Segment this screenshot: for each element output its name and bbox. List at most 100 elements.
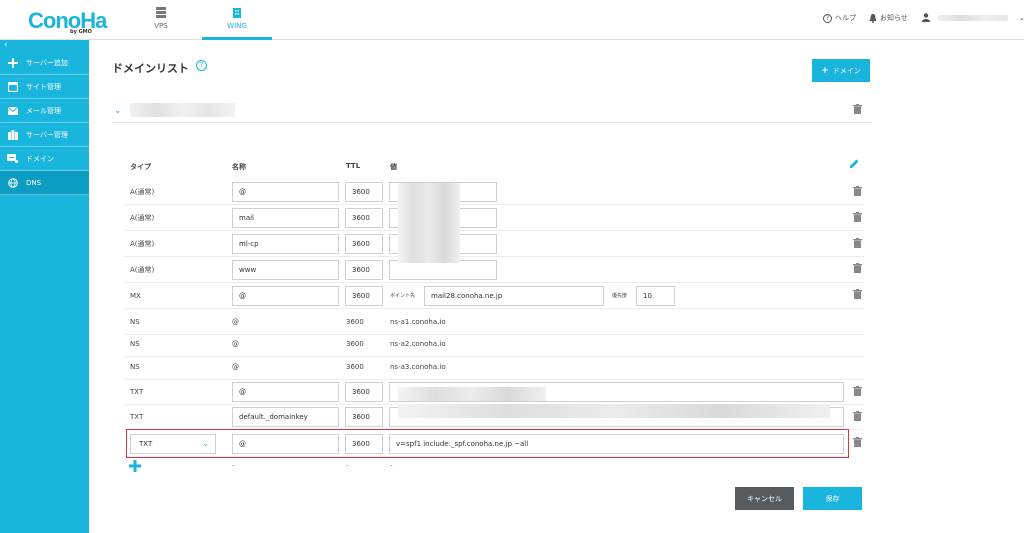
sidebar-item-label: ドメイン bbox=[26, 154, 54, 163]
record-type: MX bbox=[130, 292, 141, 300]
trash-icon[interactable] bbox=[853, 437, 862, 447]
sidebar-item-label: サーバー追加 bbox=[26, 58, 68, 67]
mx-point-input[interactable]: mail28.conoha.ne.jp bbox=[424, 286, 604, 306]
trash-icon[interactable] bbox=[853, 186, 862, 196]
add-record-plus-icon[interactable] bbox=[129, 460, 141, 472]
trash-icon[interactable] bbox=[853, 289, 862, 299]
record-ttl: 3600 bbox=[346, 363, 364, 371]
server-stack-icon bbox=[156, 7, 166, 18]
notice-label: お知らせ bbox=[880, 14, 908, 22]
domain-name-redacted bbox=[130, 103, 235, 117]
record-type: A(通常) bbox=[130, 188, 155, 196]
chevron-down-icon[interactable]: ⌄ bbox=[114, 106, 122, 116]
edit-pencil-icon[interactable] bbox=[849, 158, 860, 169]
bell-icon bbox=[869, 13, 877, 23]
trash-icon[interactable] bbox=[853, 238, 862, 248]
new-name-placeholder: - bbox=[232, 462, 235, 470]
tab-vps[interactable]: VPS bbox=[126, 0, 196, 40]
top-header: ConoHa by GMO VPS WING ? ヘルプ お知らせ ⌄ bbox=[0, 0, 1024, 40]
dkim-value-redacted bbox=[398, 404, 830, 418]
logo-subtitle: by GMO bbox=[70, 29, 92, 35]
record-name-input[interactable]: www bbox=[232, 260, 339, 280]
record-ttl-input[interactable]: 3600 bbox=[345, 286, 383, 306]
column-header-ttl: TTL bbox=[346, 162, 361, 170]
mx-point-label: ポイント先 bbox=[390, 293, 416, 299]
trash-icon[interactable] bbox=[853, 104, 862, 114]
column-header-name: 名称 bbox=[232, 163, 246, 171]
mx-priority-input[interactable]: 10 bbox=[636, 286, 675, 306]
sidebar-item-dns[interactable]: DNS bbox=[0, 171, 89, 195]
table-row: NS @ 3600 ns-a3.conoha.io bbox=[124, 354, 864, 380]
sidebar-item-label: サイト管理 bbox=[26, 82, 61, 91]
sidebar-item-label: DNS bbox=[26, 178, 42, 187]
tab-wing-label: WING bbox=[227, 22, 247, 30]
record-ttl-input[interactable]: 3600 bbox=[345, 182, 383, 202]
new-value-placeholder: - bbox=[390, 462, 393, 470]
column-header-type: タイプ bbox=[130, 163, 151, 171]
save-button[interactable]: 保存 bbox=[803, 487, 862, 510]
mx-priority-label: 優先度 bbox=[612, 293, 628, 299]
highlight-outline bbox=[126, 429, 849, 458]
user-name-redacted bbox=[938, 14, 1008, 21]
page-title: ドメインリスト bbox=[112, 62, 189, 75]
question-circle-icon: ? bbox=[823, 13, 832, 23]
new-ttl-placeholder: - bbox=[346, 462, 349, 470]
sidebar-item-server[interactable]: サーバー管理 bbox=[0, 123, 89, 147]
window-icon bbox=[7, 81, 18, 92]
add-domain-button[interactable]: + ドメイン bbox=[812, 59, 870, 82]
table-row: A(通常) mail 3600 bbox=[124, 205, 864, 231]
table-row: MX @ 3600 ポイント先 mail28.conoha.ne.jp 優先度 … bbox=[124, 283, 864, 309]
tab-wing[interactable]: WING bbox=[202, 0, 272, 40]
record-ttl-input[interactable]: 3600 bbox=[345, 208, 383, 228]
record-name: @ bbox=[232, 363, 239, 371]
cancel-button[interactable]: キャンセル bbox=[735, 487, 794, 510]
trash-icon[interactable] bbox=[853, 411, 862, 421]
sidebar-item-mail[interactable]: メール管理 bbox=[0, 99, 89, 123]
table-row: A(通常) ml-cp 3600 bbox=[124, 231, 864, 257]
building-icon bbox=[233, 8, 241, 18]
sidebar-item-site[interactable]: サイト管理 bbox=[0, 75, 89, 99]
notice-link[interactable]: お知らせ bbox=[869, 13, 908, 23]
domain-row[interactable]: ⌄ bbox=[112, 101, 872, 123]
trash-icon[interactable] bbox=[853, 386, 862, 396]
table-row: A(通常) www 3600 bbox=[124, 257, 864, 283]
record-ttl-input[interactable]: 3600 bbox=[345, 260, 383, 280]
record-type: A(通常) bbox=[130, 266, 155, 274]
record-name-input[interactable]: @ bbox=[232, 382, 339, 402]
server-icon bbox=[7, 129, 18, 140]
record-ttl-input[interactable]: 3600 bbox=[345, 382, 383, 402]
record-type: A(通常) bbox=[130, 240, 155, 248]
column-header-value: 値 bbox=[390, 163, 397, 171]
txt-value-redacted bbox=[398, 387, 546, 401]
record-value: ns-a3.conoha.io bbox=[390, 363, 446, 371]
record-type: A(通常) bbox=[130, 214, 155, 222]
sidebar-item-label: サーバー管理 bbox=[26, 130, 68, 139]
trash-icon[interactable] bbox=[853, 263, 862, 273]
record-ttl-input[interactable]: 3600 bbox=[345, 407, 383, 427]
trash-icon[interactable] bbox=[853, 212, 862, 222]
sidebar: ‹ サーバー追加 サイト管理 メール管理 サーバー管理 ドメイン DNS bbox=[0, 40, 89, 533]
record-ttl-input[interactable]: 3600 bbox=[345, 234, 383, 254]
record-name-input[interactable]: ml-cp bbox=[232, 234, 339, 254]
help-link[interactable]: ? ヘルプ bbox=[823, 13, 856, 23]
sidebar-item-label: メール管理 bbox=[26, 106, 61, 115]
collapse-sidebar-button[interactable]: ‹ bbox=[0, 40, 89, 51]
help-label: ヘルプ bbox=[835, 14, 856, 22]
record-value-input[interactable] bbox=[389, 260, 497, 280]
chevron-down-icon: ⌄ bbox=[1019, 13, 1024, 22]
record-type: TXT bbox=[130, 413, 144, 421]
record-name-input[interactable]: default._domainkey bbox=[232, 407, 339, 427]
record-type: TXT bbox=[130, 388, 144, 396]
help-icon[interactable]: ? bbox=[196, 60, 207, 71]
record-type: NS bbox=[130, 363, 140, 371]
plus-icon bbox=[7, 57, 18, 68]
record-name-input[interactable]: mail bbox=[232, 208, 339, 228]
sidebar-item-domain[interactable]: ドメイン bbox=[0, 147, 89, 171]
sidebar-item-add-server[interactable]: サーバー追加 bbox=[0, 51, 89, 75]
user-menu[interactable]: ⌄ bbox=[922, 13, 1024, 22]
conoha-logo[interactable]: ConoHa bbox=[28, 8, 107, 34]
record-name-input[interactable]: @ bbox=[232, 182, 339, 202]
table-row: A(通常) @ 3600 bbox=[124, 179, 864, 205]
globe-icon bbox=[7, 177, 18, 188]
record-name-input[interactable]: @ bbox=[232, 286, 339, 306]
